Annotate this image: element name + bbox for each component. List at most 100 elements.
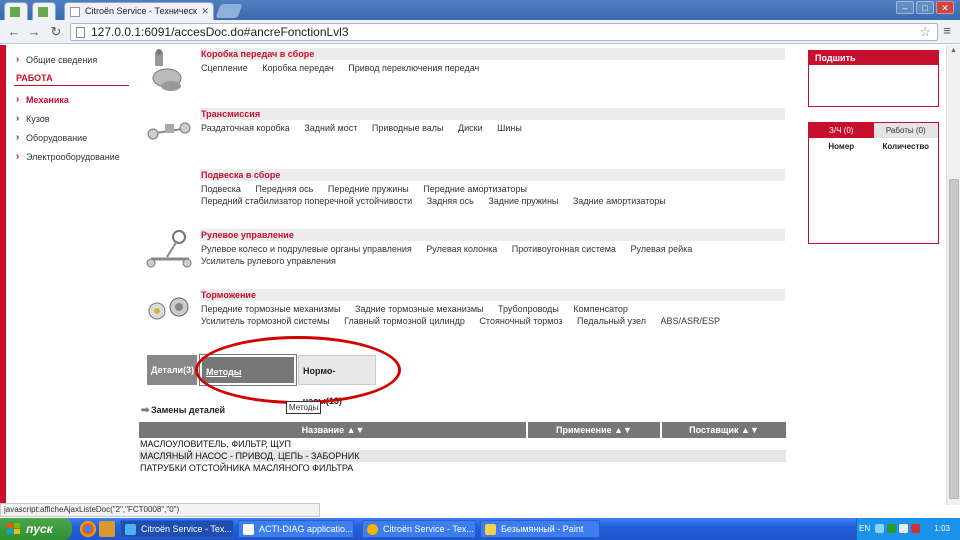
sidebar-item-general[interactable]: › Общие сведения <box>14 52 129 71</box>
page-icon <box>76 27 85 38</box>
link-gearbox[interactable]: Коробка передач <box>262 63 334 73</box>
section-gearbox: Коробка передач в сборе Сцепление Коробк… <box>145 48 785 96</box>
language-indicator[interactable]: EN <box>859 518 870 540</box>
link-steering-rack[interactable]: Рулевая рейка <box>630 244 692 254</box>
maximize-button[interactable]: □ <box>916 1 934 14</box>
pinned-tab-2[interactable] <box>32 2 56 20</box>
paint-icon <box>485 524 496 535</box>
taskbar-item-label: Citroën Service - Tex... <box>383 524 474 534</box>
link-steering-wheel[interactable]: Рулевое колесо и подрулевые органы управ… <box>201 244 412 254</box>
section-title: Трансмиссия <box>200 108 785 120</box>
browser-menu-icon[interactable]: ≡ <box>940 24 954 38</box>
url-text: 127.0.0.1:6091/accesDoc.do#ancreFonction… <box>91 25 349 39</box>
section-links: Рулевое колесо и подрулевые органы управ… <box>201 243 785 267</box>
link-suspension[interactable]: Подвеска <box>201 184 241 194</box>
browser-tab-active[interactable]: Citroën Service - Техническ ✕ <box>64 2 214 20</box>
close-button[interactable]: ✕ <box>936 1 954 14</box>
taskbar-item[interactable]: Citroën Service - Tex... <box>120 520 234 538</box>
column-name-header[interactable]: Название ▲▼ <box>139 422 528 438</box>
scroll-thumb[interactable] <box>949 179 959 499</box>
sidebar-item-mechanics[interactable]: › Механика <box>14 92 129 111</box>
chevron-right-icon: › <box>16 151 20 162</box>
table-row[interactable]: МАСЛОУЛОВИТЕЛЬ, ФИЛЬТР, ЩУП <box>139 438 786 450</box>
link-front-shocks[interactable]: Передние амортизаторы <box>423 184 527 194</box>
tray-app-icon[interactable] <box>911 524 920 533</box>
link-parking-brake[interactable]: Стояночный тормоз <box>479 316 562 326</box>
outlook-icon[interactable] <box>99 521 115 537</box>
sidebar-item-label: Оборудование <box>26 133 88 143</box>
sidebar-item-equipment[interactable]: › Оборудование <box>14 130 129 149</box>
basket-panel: Подшить <box>808 50 939 107</box>
back-button[interactable]: ← <box>6 24 22 40</box>
cell-supplier <box>662 438 786 450</box>
link-gear-shift[interactable]: Привод переключения передач <box>348 63 479 73</box>
pinned-tab-1[interactable] <box>4 2 28 20</box>
link-power-steering[interactable]: Усилитель рулевого управления <box>201 256 336 266</box>
table-row[interactable]: ПАТРУБКИ ОТСТОЙНИКА МАСЛЯНОГО ФИЛЬТРА <box>139 462 786 474</box>
column-application-header[interactable]: Применение ▲▼ <box>528 422 662 438</box>
annotation-ellipse <box>195 336 401 404</box>
citroen-logo-icon <box>70 7 80 17</box>
tooltip: Методы <box>286 401 322 414</box>
link-master-cylinder[interactable]: Главный тормозной цилиндр <box>344 316 465 326</box>
tab-details[interactable]: Детали(3) <box>147 355 197 385</box>
arrow-right-icon: ➡ <box>141 405 150 416</box>
link-anti-theft[interactable]: Противоугонная система <box>512 244 616 254</box>
link-rear-axle[interactable]: Задний мост <box>304 123 357 133</box>
security-icon[interactable] <box>887 524 896 533</box>
link-brake-booster[interactable]: Усилитель тормозной системы <box>201 316 330 326</box>
volume-icon[interactable] <box>899 524 908 533</box>
scroll-up-icon[interactable]: ▲ <box>947 45 960 57</box>
link-front-stabilizer[interactable]: Передний стабилизатор поперечной устойчи… <box>201 196 412 206</box>
link-rear-brakes[interactable]: Задние тормозные механизмы <box>355 304 484 314</box>
bookmark-star-icon[interactable]: ☆ <box>919 24 931 40</box>
address-bar[interactable]: 127.0.0.1:6091/accesDoc.do#ancreFonction… <box>70 23 938 41</box>
network-icon[interactable] <box>875 524 884 533</box>
column-supplier-header[interactable]: Поставщик ▲▼ <box>662 422 786 438</box>
ie-icon <box>125 524 136 535</box>
order-panel-tabs: З/Ч (0) Работы (0) <box>809 123 938 138</box>
windows-flag-icon <box>7 523 20 534</box>
forward-button[interactable]: → <box>26 24 42 40</box>
sidebar-item-body[interactable]: › Кузов <box>14 111 129 130</box>
chrome-icon[interactable] <box>80 521 96 537</box>
link-steering-column[interactable]: Рулевая колонка <box>426 244 497 254</box>
window-icon <box>243 524 254 535</box>
sidebar: › Общие сведения РАБОТА › Механика › Куз… <box>14 52 129 168</box>
taskbar-item-label: ACTI-DIAG applicatio... <box>259 524 353 534</box>
taskbar-item[interactable]: Безымянный - Paint <box>480 520 600 538</box>
link-front-axle[interactable]: Передняя ось <box>255 184 313 194</box>
window-controls: – □ ✕ <box>896 1 954 14</box>
section-steering: Рулевое управление Рулевое колесо и подр… <box>145 229 785 277</box>
reload-button[interactable]: ↻ <box>48 24 64 40</box>
link-front-brakes[interactable]: Передние тормозные механизмы <box>201 304 340 314</box>
link-abs[interactable]: ABS/ASR/ESP <box>660 316 720 326</box>
taskbar-item[interactable]: Citroën Service - Tex... <box>362 520 476 538</box>
table-row[interactable]: МАСЛЯНЫЙ НАСОС - ПРИВОД. ЦЕПЬ - ЗАБОРНИК <box>139 450 786 462</box>
tab-works[interactable]: Работы (0) <box>873 123 938 138</box>
close-tab-icon[interactable]: ✕ <box>201 3 209 20</box>
column-quantity: Количество <box>882 142 930 151</box>
link-transfer-case[interactable]: Раздаточная коробка <box>201 123 290 133</box>
new-tab-button[interactable] <box>215 4 243 18</box>
link-brake-lines[interactable]: Трубопроводы <box>498 304 559 314</box>
tab-parts[interactable]: З/Ч (0) <box>809 123 874 138</box>
minimize-button[interactable]: – <box>896 1 914 14</box>
link-pedal-unit[interactable]: Педальный узел <box>577 316 646 326</box>
section-links: Раздаточная коробка Задний мост Приводны… <box>201 122 785 134</box>
link-wheels[interactable]: Диски <box>458 123 483 133</box>
link-rear-axle-susp[interactable]: Задняя ось <box>427 196 474 206</box>
link-clutch[interactable]: Сцепление <box>201 63 248 73</box>
order-panel-columns: Номер Количество <box>809 138 938 151</box>
link-rear-shocks[interactable]: Задние амортизаторы <box>573 196 666 206</box>
link-rear-springs[interactable]: Задние пружины <box>488 196 558 206</box>
taskbar-item[interactable]: ACTI-DIAG applicatio... <box>238 520 354 538</box>
link-front-springs[interactable]: Передние пружины <box>328 184 409 194</box>
start-button[interactable]: пуск <box>0 518 72 540</box>
link-drive-shafts[interactable]: Приводные валы <box>372 123 444 133</box>
sidebar-item-electrical[interactable]: › Электрооборудование <box>14 149 129 168</box>
link-compensator[interactable]: Компенсатор <box>573 304 628 314</box>
page-scrollbar[interactable]: ▲ <box>946 45 960 505</box>
link-tyres[interactable]: Шины <box>497 123 522 133</box>
clock[interactable]: 1:03 <box>934 518 950 540</box>
